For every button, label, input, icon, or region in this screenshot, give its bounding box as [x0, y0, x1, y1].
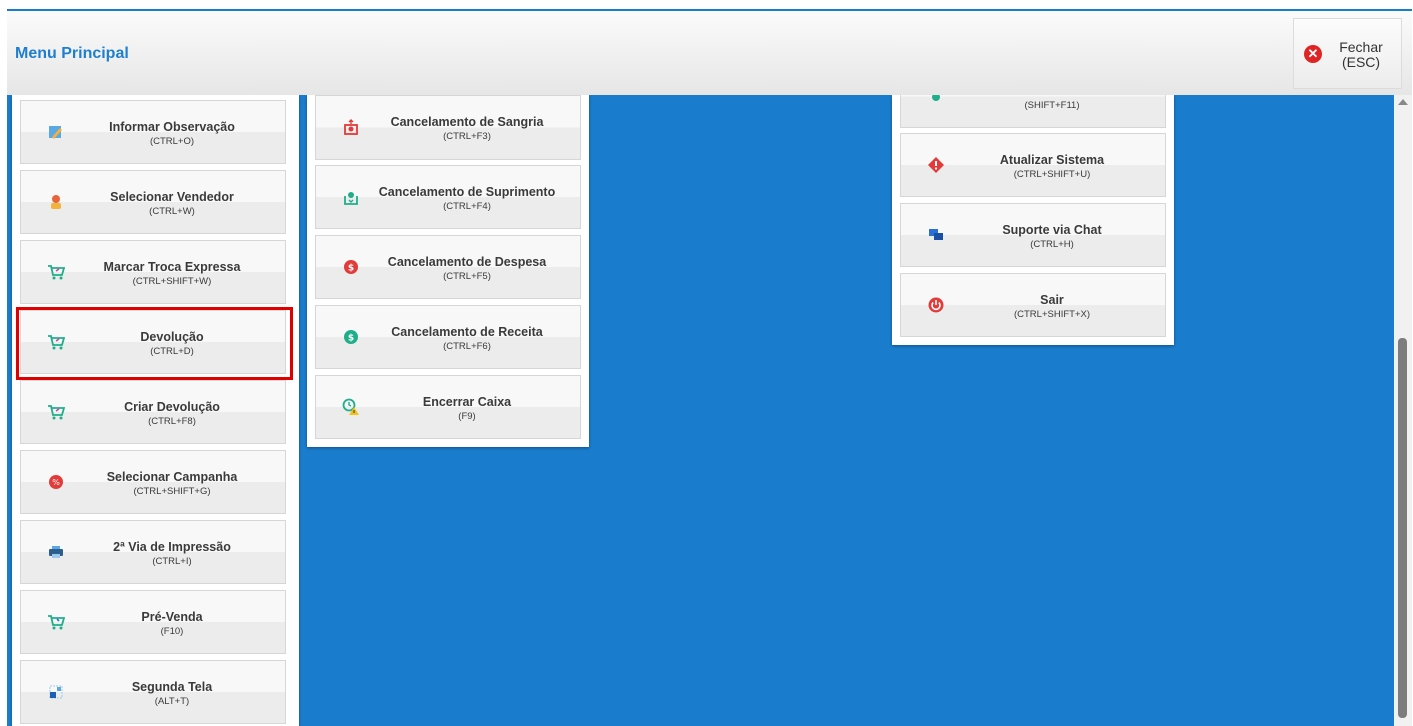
scroll-thumb[interactable]: [1398, 338, 1407, 718]
marcar-troca-expressa-button[interactable]: Marcar Troca Expressa (CTRL+SHIFT+W): [20, 240, 286, 304]
button-label: Informar Observação: [109, 120, 235, 134]
menu-header: Menu Principal: [7, 9, 1412, 95]
button-shortcut: (CTRL+F6): [443, 341, 491, 352]
button-shortcut: (SHIFT+F11): [1024, 100, 1080, 111]
button-label: 2ª Via de Impressão: [113, 540, 231, 554]
button-label: Suporte via Chat: [1002, 223, 1102, 237]
cart-add-icon: [47, 613, 65, 631]
svg-text:$: $: [348, 334, 354, 344]
button-shortcut: (ALT+T): [154, 696, 190, 707]
button-shortcut: (CTRL+SHIFT+X): [1013, 309, 1090, 320]
segunda-tela-button[interactable]: Segunda Tela (ALT+T): [20, 660, 286, 724]
button-shortcut: (CTRL+D): [150, 346, 194, 357]
cart-return-icon: [47, 403, 65, 421]
close-icon: ✕: [1304, 45, 1322, 63]
svg-text:%: %: [52, 478, 60, 487]
cancelamento-receita-button[interactable]: $ Cancelamento de Receita (CTRL+F6): [315, 305, 581, 369]
button-shortcut: (CTRL+F8): [148, 416, 196, 427]
menu-column-2: Cancelamento de Sangria (CTRL+F3) Cancel…: [307, 95, 589, 447]
cancelamento-suprimento-button[interactable]: Cancelamento de Suprimento (CTRL+F4): [315, 165, 581, 229]
suporte-chat-button[interactable]: Suporte via Chat (CTRL+H): [900, 203, 1166, 267]
selecionar-campanha-button[interactable]: % Selecionar Campanha (CTRL+SHIFT+G): [20, 450, 286, 514]
button-shortcut: (CTRL+SHIFT+W): [132, 276, 212, 287]
cart-return-icon: [47, 333, 65, 351]
button-shortcut: (CTRL+O): [149, 136, 195, 147]
button-shortcut: (CTRL+F4): [443, 201, 491, 212]
income-icon: $: [342, 328, 360, 346]
menu-column-3: (SHIFT+F11) Atualizar Sistema (CTRL+SHIF…: [892, 95, 1174, 345]
cancelamento-sangria-button[interactable]: Cancelamento de Sangria (CTRL+F3): [315, 95, 581, 160]
expense-icon: $: [342, 258, 360, 276]
second-screen-icon: [47, 683, 65, 701]
devolucao-button[interactable]: Devolução (CTRL+D): [20, 310, 286, 374]
gear-icon: [927, 95, 945, 106]
criar-devolucao-button[interactable]: Criar Devolução (CTRL+F8): [20, 380, 286, 444]
chat-icon: [927, 226, 945, 244]
svg-text:$: $: [348, 264, 354, 274]
salesperson-icon: [47, 193, 65, 211]
close-button[interactable]: ✕ Fechar (ESC): [1293, 18, 1402, 89]
shift-f11-button[interactable]: (SHIFT+F11): [900, 95, 1166, 128]
button-shortcut: (F9): [458, 411, 476, 422]
cancelamento-despesa-button[interactable]: $ Cancelamento de Despesa (CTRL+F5): [315, 235, 581, 299]
page-title: Menu Principal: [15, 45, 129, 62]
close-register-icon: [342, 398, 360, 416]
menu-column-1: Informar Observação (CTRL+O) Selecionar …: [12, 95, 299, 726]
button-label: Encerrar Caixa: [422, 395, 512, 409]
sair-button[interactable]: Sair (CTRL+SHIFT+X): [900, 273, 1166, 337]
encerrar-caixa-button[interactable]: Encerrar Caixa (F9): [315, 375, 581, 439]
button-label: Criar Devolução: [124, 400, 220, 414]
button-shortcut: (F10): [160, 626, 184, 637]
button-label: Marcar Troca Expressa: [103, 260, 241, 274]
segunda-via-impressao-button[interactable]: 2ª Via de Impressão (CTRL+I): [20, 520, 286, 584]
scroll-up-arrow-icon[interactable]: [1398, 99, 1408, 105]
button-label: Cancelamento de Receita: [391, 325, 543, 339]
pencil-note-icon: [47, 123, 65, 141]
button-label: Sair: [1040, 293, 1064, 307]
button-label: Cancelamento de Sangria: [390, 115, 544, 129]
informar-observacao-button[interactable]: Informar Observação (CTRL+O): [20, 100, 286, 164]
button-shortcut: (CTRL+F3): [443, 131, 491, 142]
close-button-label: Fechar (ESC): [1339, 39, 1383, 70]
vertical-scrollbar[interactable]: [1394, 95, 1412, 726]
pre-venda-button[interactable]: Pré-Venda (F10): [20, 590, 286, 654]
selecionar-vendedor-button[interactable]: Selecionar Vendedor (CTRL+W): [20, 170, 286, 234]
cart-exchange-icon: [47, 263, 65, 281]
atualizar-sistema-button[interactable]: Atualizar Sistema (CTRL+SHIFT+U): [900, 133, 1166, 197]
button-label: Selecionar Vendedor: [110, 190, 234, 204]
button-shortcut: (CTRL+I): [152, 556, 192, 567]
button-label: Atualizar Sistema: [999, 153, 1105, 167]
button-label: Selecionar Campanha: [106, 470, 238, 484]
button-label: Cancelamento de Despesa: [387, 255, 547, 269]
printer-icon: [47, 543, 65, 561]
button-label: Segunda Tela: [131, 680, 213, 694]
button-shortcut: (CTRL+SHIFT+U): [1013, 169, 1091, 180]
button-shortcut: (CTRL+W): [149, 206, 195, 217]
button-label: Devolução: [140, 330, 204, 344]
supply-icon: [342, 188, 360, 206]
withdrawal-icon: [342, 118, 360, 136]
button-label: Pré-Venda: [141, 610, 203, 624]
discount-badge-icon: %: [47, 473, 65, 491]
button-label: Cancelamento de Suprimento: [378, 185, 556, 199]
power-icon: [927, 296, 945, 314]
button-shortcut: (CTRL+H): [1030, 239, 1074, 250]
update-alert-icon: [927, 156, 945, 174]
button-shortcut: (CTRL+SHIFT+G): [133, 486, 211, 497]
button-shortcut: (CTRL+F5): [443, 271, 491, 282]
